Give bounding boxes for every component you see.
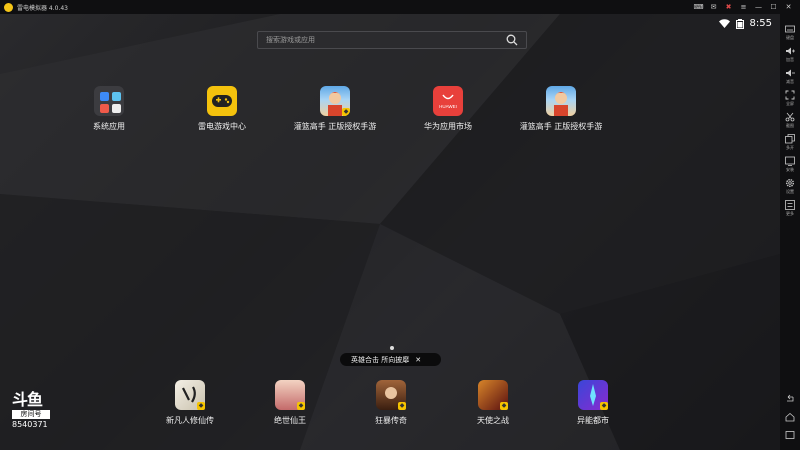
toolbar-fullscreen[interactable]: 全屏 (780, 90, 800, 107)
gamepad-icon (207, 86, 237, 116)
game-badge-icon: ◆ (500, 402, 508, 410)
douyu-logo: 斗鱼 (12, 390, 43, 409)
app-label: 绝世仙王 (274, 416, 306, 425)
multi-instance-icon (785, 134, 795, 144)
game-icon: ◆ (478, 380, 508, 410)
app-system-apps[interactable]: 系统应用 (59, 86, 159, 132)
toolbar-install[interactable]: 安装 (780, 156, 800, 173)
home-icon[interactable] (785, 412, 795, 422)
system-apps-folder-icon (94, 86, 124, 116)
gear-icon (786, 179, 794, 187)
toolbar-volume-down[interactable]: 减音 (780, 68, 800, 85)
android-home-screen: 8:55 搜索游戏或应用 系统应用 雷电游戏中心 ◆ 灌篮高手 正版授权手游 H… (0, 14, 780, 450)
install-apk-icon (785, 156, 795, 166)
game-icon: ◆ (175, 380, 205, 410)
game-badge-icon: ◆ (342, 108, 350, 116)
window-titlebar: 雷电模拟器 4.0.43 ⌨ ✉ ✖ ≡ — ☐ ✕ (0, 0, 800, 14)
gamepad-settings-icon[interactable]: ⌨ (693, 1, 704, 12)
game-badge-icon: ◆ (197, 402, 205, 410)
scissors-icon (785, 112, 795, 122)
dock-app-yineng[interactable]: ◆ 异能都市 (543, 380, 643, 426)
emulator-toolbar: 键盘 加音 减音 全屏 截图 多开 安装 设置 更多 (780, 14, 800, 450)
promo-close-icon[interactable]: ✕ (415, 356, 421, 364)
notification-icon[interactable]: ✖ (723, 1, 734, 12)
game-icon: ◆ (376, 380, 406, 410)
toolbar-volume-up[interactable]: 加音 (780, 46, 800, 63)
svg-text:HUAWEI: HUAWEI (439, 104, 457, 109)
recent-apps-icon[interactable] (785, 430, 795, 440)
close-icon[interactable]: ✕ (783, 1, 794, 12)
app-label: 天使之战 (477, 416, 509, 425)
app-label: 系统应用 (93, 122, 125, 131)
window-controls: ⌨ ✉ ✖ ≡ — ☐ ✕ (693, 1, 794, 12)
huawei-appgallery-icon: HUAWEI (433, 86, 463, 116)
app-label: 雷电游戏中心 (198, 122, 246, 131)
ldplayer-logo-icon (4, 2, 13, 12)
app-label: 灌篮高手 正版授权手游 (519, 122, 603, 131)
more-icon (785, 200, 795, 210)
slam-dunk-game-icon: ◆ (320, 86, 350, 116)
toolbar-keyboard[interactable]: 键盘 (780, 24, 800, 41)
fullscreen-icon (785, 90, 795, 100)
dock-app-kuangbao[interactable]: ◆ 狂暴传奇 (341, 380, 441, 426)
game-icon: ◆ (578, 380, 608, 410)
toolbar-settings[interactable]: 设置 (780, 178, 800, 195)
menu-icon[interactable]: ≡ (738, 1, 749, 12)
dock-app-tianshi[interactable]: ◆ 天使之战 (443, 380, 543, 426)
window-title: 雷电模拟器 4.0.43 (17, 4, 68, 12)
battery-icon (735, 18, 744, 29)
stream-watermark: 斗鱼 房间号 8540371 (12, 392, 58, 429)
volume-up-icon (786, 47, 795, 55)
status-clock: 8:55 (749, 18, 772, 29)
room-label: 房间号 (12, 410, 50, 419)
dock-app-xinfanren[interactable]: ◆ 新凡人修仙传 (140, 380, 240, 426)
app-label: 灌篮高手 正版授权手游 (293, 122, 377, 131)
minimize-icon[interactable]: — (753, 1, 764, 12)
game-icon: ◆ (275, 380, 305, 410)
volume-down-icon (786, 69, 795, 77)
game-badge-icon: ◆ (398, 402, 406, 410)
android-status-bar: 8:55 (718, 18, 772, 29)
keyboard-icon (785, 25, 795, 33)
toolbar-multi-instance[interactable]: 多开 (780, 134, 800, 151)
page-indicator-dot (390, 346, 394, 350)
search-bar[interactable]: 搜索游戏或应用 (257, 31, 527, 49)
app-label: 异能都市 (577, 416, 609, 425)
promo-text: 英雄合击 所向披靡 (351, 355, 410, 364)
app-slam-dunk-2[interactable]: 灌篮高手 正版授权手游 (511, 86, 611, 132)
room-number: 8540371 (12, 420, 48, 429)
wifi-icon (718, 19, 730, 28)
promo-banner[interactable]: 英雄合击 所向披靡 ✕ (340, 353, 441, 366)
share-icon[interactable]: ✉ (708, 1, 719, 12)
game-badge-icon: ◆ (297, 402, 305, 410)
app-huawei-appgallery[interactable]: HUAWEI 华为应用市场 (398, 86, 498, 132)
app-label: 狂暴传奇 (375, 416, 407, 425)
app-ld-game-center[interactable]: 雷电游戏中心 (172, 86, 272, 132)
search-icon[interactable] (506, 34, 518, 46)
dock-app-jueshi[interactable]: ◆ 绝世仙王 (240, 380, 340, 426)
app-slam-dunk-1[interactable]: ◆ 灌篮高手 正版授权手游 (285, 86, 385, 132)
back-icon[interactable] (785, 394, 795, 404)
toolbar-screenshot[interactable]: 截图 (780, 112, 800, 129)
app-label: 华为应用市场 (424, 122, 472, 131)
toolbar-more[interactable]: 更多 (780, 200, 800, 217)
app-label: 新凡人修仙传 (166, 416, 214, 425)
search-placeholder: 搜索游戏或应用 (266, 36, 315, 44)
maximize-icon[interactable]: ☐ (768, 1, 779, 12)
game-badge-icon: ◆ (600, 402, 608, 410)
slam-dunk-game-icon (546, 86, 576, 116)
